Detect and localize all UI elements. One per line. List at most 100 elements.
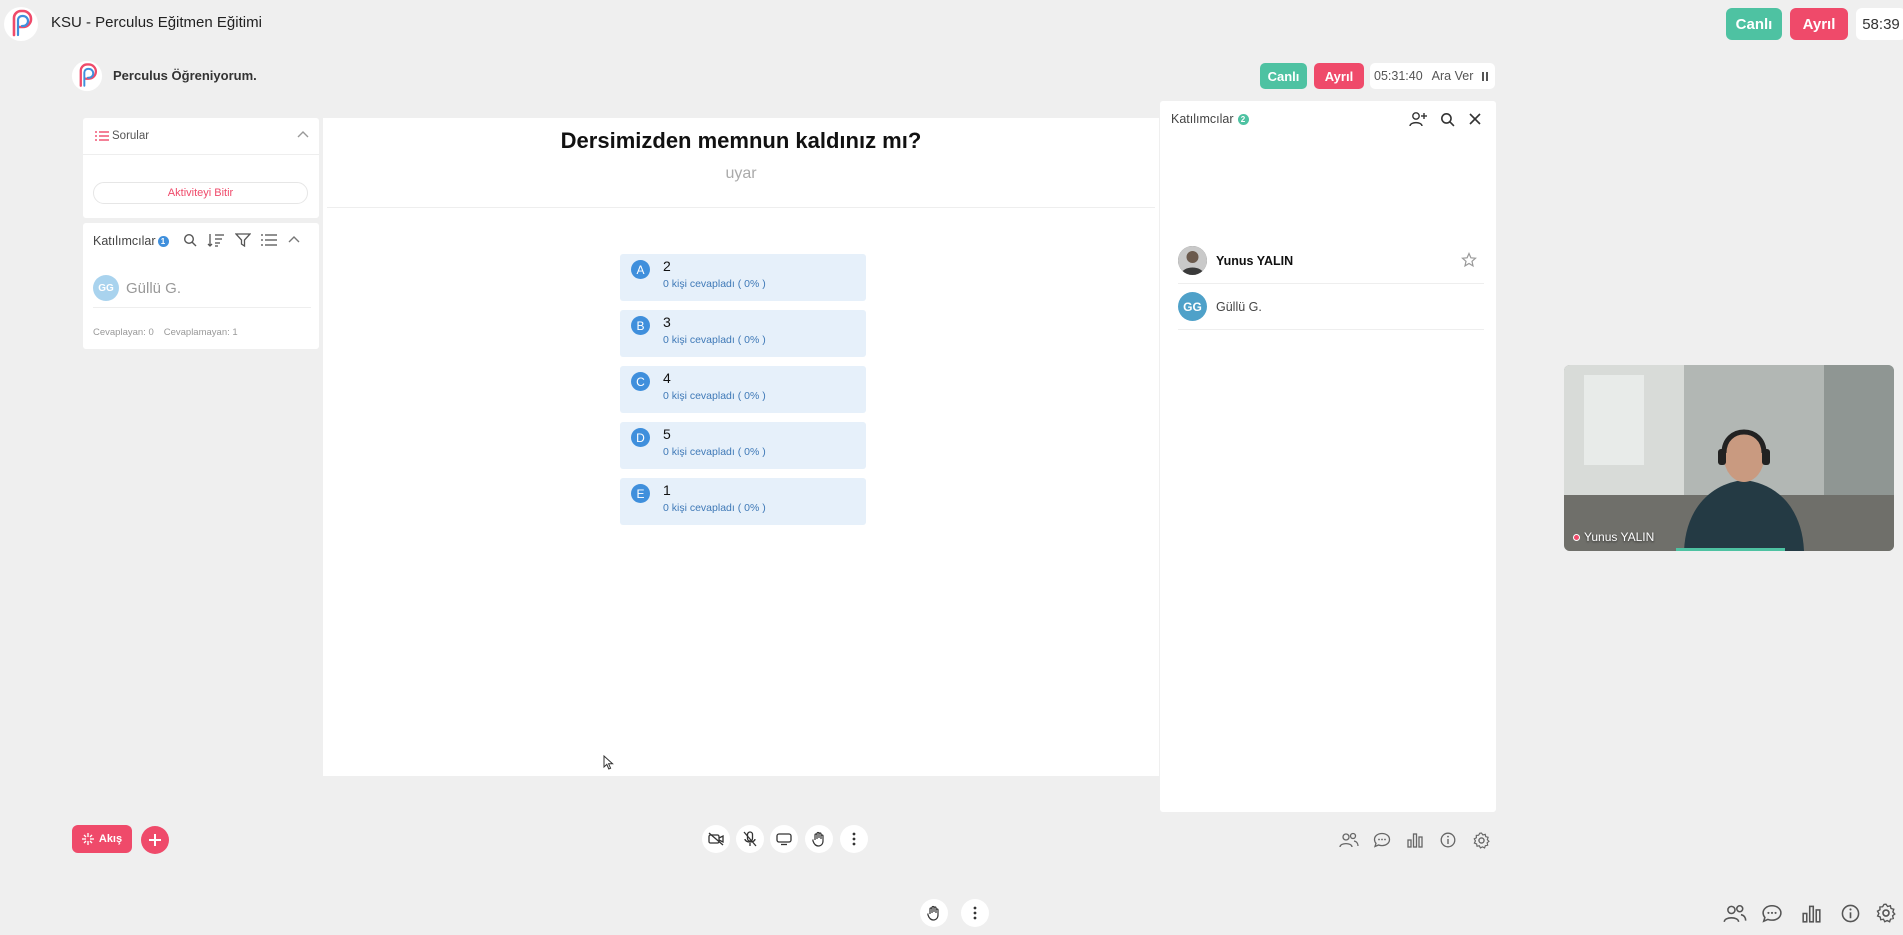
flow-label: Akış: [98, 833, 123, 845]
video-tile[interactable]: Yunus YALIN: [1564, 365, 1894, 551]
poll-subtitle: uyar: [725, 165, 757, 182]
chevron-up-icon[interactable]: [287, 233, 301, 247]
participant-name: Yunus YALIN: [1216, 253, 1294, 268]
poll-question: Dersimizden memnun kaldınız mı?: [560, 128, 922, 153]
more-vertical-icon: [852, 832, 856, 846]
more-vertical-icon: [973, 906, 977, 920]
not-answered-count: Cevaplamayan: 1: [163, 327, 238, 338]
hand-icon: [812, 831, 826, 847]
info-icon: [1440, 832, 1456, 848]
gear-icon: [1876, 903, 1896, 923]
mouse-cursor-icon: [603, 755, 614, 770]
audio-level-bar: [1676, 548, 1785, 551]
list-item[interactable]: Yunus YALIN: [1178, 238, 1484, 284]
participants-tool[interactable]: [1338, 829, 1360, 851]
option-value: 1: [663, 482, 671, 498]
recording-dot-icon: [1573, 533, 1580, 541]
add-user-icon[interactable]: [1409, 111, 1427, 127]
outer-raise-hand-button[interactable]: [920, 899, 948, 927]
list-item[interactable]: GG Güllü G.: [1178, 284, 1484, 330]
option-count: 0 kişi cevapladı ( 0% ): [663, 502, 766, 514]
screen-share-button[interactable]: [770, 825, 798, 853]
list-view-icon[interactable]: [261, 233, 277, 247]
poll-option-c[interactable]: C 4 0 kişi cevapladı ( 0% ): [620, 366, 866, 413]
hand-icon: [927, 905, 941, 921]
camera-off-icon: [708, 832, 724, 846]
outer-chat-tool[interactable]: [1759, 900, 1785, 926]
outer-settings-tool[interactable]: [1873, 900, 1899, 926]
close-icon[interactable]: [1468, 112, 1482, 126]
option-letter: E: [631, 484, 650, 503]
video-label: Yunus YALIN: [1573, 530, 1654, 544]
outer-info-tool[interactable]: [1837, 900, 1863, 926]
sort-icon[interactable]: [207, 233, 225, 247]
session-logo: [71, 60, 103, 92]
poll-option-d[interactable]: D 5 0 kişi cevapladı ( 0% ): [620, 422, 866, 469]
option-letter: D: [631, 428, 650, 447]
questions-title: Sorular: [112, 130, 150, 142]
poll-area: Dersimizden memnun kaldınız mı? uyar A 2…: [323, 118, 1159, 776]
questions-header[interactable]: Sorular: [95, 130, 149, 142]
participants-sidebar-header: Katılımcılar 2: [1171, 112, 1249, 126]
option-value: 5: [663, 426, 671, 442]
session-status[interactable]: 05:31:40 Ara Ver: [1370, 63, 1495, 89]
session-timer: 58:39: [1856, 8, 1903, 40]
option-count: 0 kişi cevapladı ( 0% ): [663, 334, 766, 346]
participant-name: Güllü G.: [1216, 299, 1262, 314]
outer-participants-tool[interactable]: [1722, 900, 1748, 926]
search-icon[interactable]: [183, 233, 197, 247]
flow-button[interactable]: Akış: [72, 825, 132, 853]
chat-tool[interactable]: [1371, 829, 1393, 851]
leave-button[interactable]: Ayrıl: [1790, 8, 1848, 40]
bar-chart-icon: [1801, 904, 1821, 923]
answer-stats: Cevaplayan: 0 Cevaplamayan: 1: [93, 327, 238, 338]
bar-chart-icon: [1407, 832, 1423, 848]
option-letter: A: [631, 260, 650, 279]
poll-option-b[interactable]: B 3 0 kişi cevapladı ( 0% ): [620, 310, 866, 357]
sparkle-icon: [81, 833, 94, 845]
avatar: [1178, 246, 1207, 275]
avatar: GG: [93, 275, 119, 301]
option-value: 2: [663, 258, 671, 274]
plus-icon: [148, 833, 162, 847]
screen-icon: [776, 832, 792, 846]
search-icon[interactable]: [1440, 112, 1455, 127]
info-tool[interactable]: [1437, 829, 1459, 851]
poll-option-e[interactable]: E 1 0 kişi cevapladı ( 0% ): [620, 478, 866, 525]
end-activity-button[interactable]: Aktiviteyi Bitir: [93, 182, 308, 204]
mic-off-button[interactable]: [736, 825, 764, 853]
answer-participants-panel: Katılımcılar 1 GG Güllü G. Cevaplayan: 0…: [83, 223, 319, 349]
gear-icon: [1472, 831, 1490, 849]
answer-participants-header: Katılımcılar 1: [93, 234, 169, 248]
divider: [327, 207, 1155, 208]
list-item[interactable]: GG Güllü G.: [93, 275, 311, 308]
outer-more-button[interactable]: [961, 899, 989, 927]
chevron-up-icon[interactable]: [297, 130, 309, 138]
add-button[interactable]: [141, 826, 169, 854]
answer-participants-title: Katılımcılar: [93, 234, 156, 248]
pause-icon[interactable]: [1482, 71, 1489, 81]
participant-count-badge: 1: [157, 235, 169, 247]
session-live-badge: Canlı: [1260, 63, 1307, 89]
poll-option-a[interactable]: A 2 0 kişi cevapladı ( 0% ): [620, 254, 866, 301]
more-button[interactable]: [840, 825, 868, 853]
session-leave-button[interactable]: Ayrıl: [1314, 63, 1364, 89]
option-value: 3: [663, 314, 671, 330]
participants-sidebar-title: Katılımcılar: [1171, 112, 1234, 126]
info-icon: [1841, 904, 1860, 923]
star-icon[interactable]: [1461, 252, 1477, 268]
outer-poll-stats-tool[interactable]: [1798, 900, 1824, 926]
break-label[interactable]: Ara Ver: [1432, 69, 1474, 83]
participant-name: Güllü G.: [126, 279, 182, 297]
camera-off-button[interactable]: [702, 825, 730, 853]
filter-icon[interactable]: [235, 233, 251, 247]
raise-hand-button[interactable]: [805, 825, 833, 853]
option-count: 0 kişi cevapladı ( 0% ): [663, 390, 766, 402]
chat-icon: [1373, 832, 1391, 848]
users-icon: [1339, 832, 1359, 848]
poll-stats-tool[interactable]: [1404, 829, 1426, 851]
app-logo: [3, 6, 39, 42]
settings-tool[interactable]: [1470, 829, 1492, 851]
app-title: KSU - Perculus Eğitmen Eğitimi: [51, 14, 262, 31]
mic-off-icon: [743, 831, 757, 847]
